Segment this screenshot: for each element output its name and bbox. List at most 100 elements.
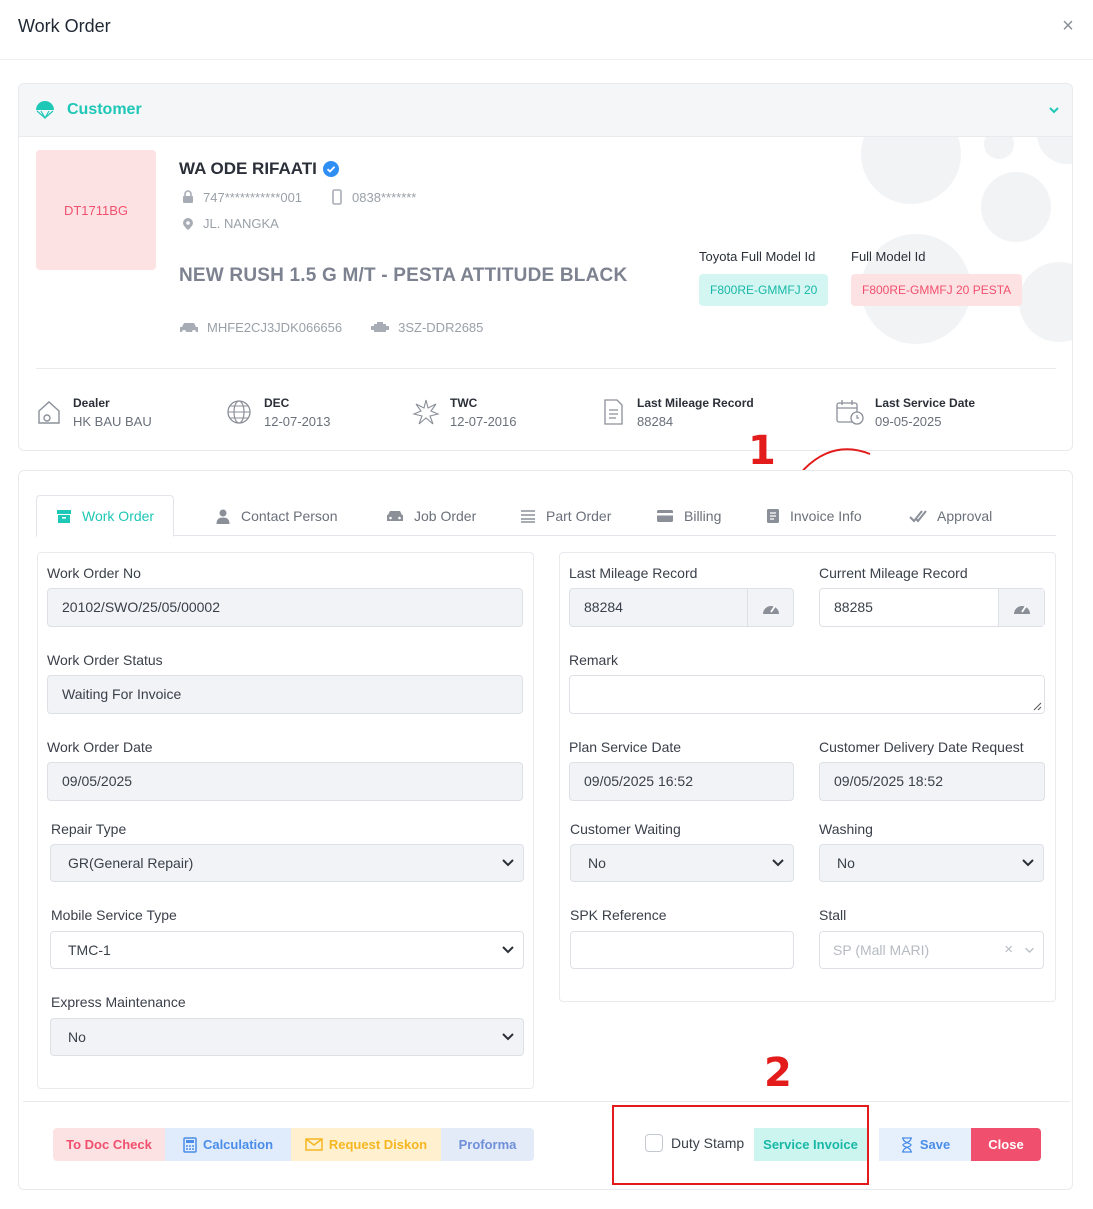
stat-value: 12-07-2013 <box>264 414 331 429</box>
remark-textarea[interactable] <box>569 675 1045 714</box>
customer-name: WA ODE RIFAATI <box>179 159 339 179</box>
close-button[interactable]: Close <box>971 1128 1041 1161</box>
stat-label: DEC <box>264 396 290 410</box>
customer-phone: 0838******* <box>352 189 417 205</box>
tab-label: Work Order <box>82 508 155 524</box>
stat-value: 88284 <box>637 414 674 429</box>
save-button[interactable]: Save <box>879 1128 971 1161</box>
divider <box>36 368 1056 369</box>
customer-header-title: Customer <box>67 101 142 118</box>
work-order-no-label: Work Order No <box>47 565 141 581</box>
to-doc-check-button[interactable]: To Doc Check <box>53 1128 165 1161</box>
stall-select[interactable]: SP (Mall MARI) × <box>819 931 1044 969</box>
save-label: Save <box>919 1137 951 1152</box>
chevron-down-icon <box>772 859 784 867</box>
delivery-date-request-label: Customer Delivery Date Request <box>819 739 1024 755</box>
work-order-date-field[interactable]: 09/05/2025 <box>47 762 523 801</box>
vehicle-engine: 3SZ-DDR2685 <box>398 320 484 335</box>
last-mileage-field[interactable]: 88284 <box>569 588 794 627</box>
washing-value: No <box>837 855 855 871</box>
tab-bar: Work Order Contact Person Job Order Part… <box>36 495 1056 537</box>
stat-last-service: Last Service Date 09-05-2025 <box>835 396 975 429</box>
chevron-down-icon <box>502 859 514 867</box>
parachute-icon <box>36 101 54 120</box>
modal-title: Work Order <box>18 16 111 36</box>
user-icon <box>216 509 230 524</box>
envelope-icon <box>305 1138 323 1151</box>
customer-name-text: WA ODE RIFAATI <box>179 159 317 178</box>
chevron-down-icon[interactable] <box>1024 945 1035 956</box>
delivery-date-request-field[interactable]: 09/05/2025 18:52 <box>819 762 1045 801</box>
plan-service-date-label: Plan Service Date <box>569 739 682 755</box>
stat-label: Last Mileage Record <box>637 396 754 410</box>
close-icon[interactable]: × <box>1058 16 1078 36</box>
proforma-button[interactable]: Proforma <box>441 1128 534 1161</box>
stat-value: 12-07-2016 <box>450 414 517 429</box>
customer-id-row: 747***********001 0838******* <box>181 189 416 205</box>
chevron-down-icon[interactable] <box>1046 102 1062 118</box>
stat-value: 09-05-2025 <box>875 414 942 429</box>
stat-dec: DEC 12-07-2013 <box>226 396 331 429</box>
tab-invoice-info[interactable]: Invoice Info <box>766 495 862 536</box>
customer-header[interactable]: Customer <box>19 84 1072 137</box>
tab-job-order[interactable]: Job Order <box>386 495 476 536</box>
calculation-button[interactable]: Calculation <box>165 1128 291 1161</box>
stat-label: Dealer <box>73 396 110 410</box>
express-maintenance-value: No <box>68 1029 86 1045</box>
request-diskon-button[interactable]: Request Diskon <box>291 1128 441 1161</box>
tab-approval[interactable]: Approval <box>909 495 992 536</box>
resize-handle-icon[interactable] <box>1032 701 1042 711</box>
express-maintenance-select[interactable]: No <box>50 1018 524 1056</box>
tab-work-order[interactable]: Work Order <box>36 495 175 537</box>
mobile-service-type-select[interactable]: TMC-1 <box>50 931 524 969</box>
last-mileage-value: 88284 <box>584 599 623 615</box>
work-order-status-field[interactable]: Waiting For Invoice <box>47 675 523 714</box>
calendar-clock-icon <box>836 400 864 425</box>
plate-number: DT1711BG <box>36 150 156 270</box>
double-check-icon <box>909 509 927 522</box>
stat-dealer: Dealer HK BAU BAU <box>35 396 152 429</box>
work-order-no-field[interactable]: 20102/SWO/25/05/00002 <box>47 588 523 627</box>
repair-type-label: Repair Type <box>51 821 127 837</box>
tab-part-order[interactable]: Part Order <box>520 495 611 536</box>
repair-type-select[interactable]: GR(General Repair) <box>50 844 524 882</box>
current-mileage-field[interactable]: 88285 <box>819 588 1045 627</box>
home-icon <box>38 401 60 424</box>
full-model-label: Full Model Id <box>851 249 926 264</box>
customer-card: Customer DT1711BG WA ODE RIFAATI 747****… <box>18 83 1073 451</box>
spk-reference-input[interactable] <box>570 931 794 969</box>
tab-contact-person[interactable]: Contact Person <box>215 495 338 536</box>
washing-select[interactable]: No <box>819 844 1044 882</box>
toyota-full-model-badge: F800RE-GMMFJ 20 <box>699 274 829 306</box>
phone-icon <box>332 189 342 205</box>
tab-label: Job Order <box>414 507 477 524</box>
burst-icon <box>412 399 440 425</box>
customer-waiting-value: No <box>588 855 606 871</box>
vehicle-vin: MHFE2CJ3JDK066656 <box>207 320 343 335</box>
plan-service-date-field[interactable]: 09/05/2025 16:52 <box>569 762 794 801</box>
customer-waiting-select[interactable]: No <box>570 844 794 882</box>
car-icon <box>387 510 403 521</box>
stat-label: Last Service Date <box>875 396 976 410</box>
work-order-status-label: Work Order Status <box>47 652 163 668</box>
customer-address-row: JL. NANGKA <box>181 216 279 231</box>
decor-bubble <box>981 172 1051 242</box>
repair-type-value: GR(General Repair) <box>68 855 194 871</box>
tab-billing[interactable]: Billing <box>656 495 721 536</box>
list-icon <box>521 509 535 523</box>
vehicle-model: NEW RUSH 1.5 G M/T - PESTA ATTITUDE BLAC… <box>179 265 628 286</box>
vehicle-ids-row: MHFE2CJ3JDK066656 3SZ-DDR2685 <box>179 320 483 335</box>
last-mileage-label: Last Mileage Record <box>569 565 698 581</box>
annotation-number-2: 2 <box>764 1050 792 1096</box>
stat-value: HK BAU BAU <box>73 414 152 429</box>
speedometer-icon <box>747 589 793 626</box>
mobile-service-type-label: Mobile Service Type <box>51 907 177 923</box>
clear-icon[interactable]: × <box>1004 932 1013 968</box>
location-pin-icon <box>183 217 193 230</box>
calculation-label: Calculation <box>202 1137 274 1152</box>
footer-divider <box>23 1101 1070 1102</box>
current-mileage-label: Current Mileage Record <box>819 565 968 581</box>
mobile-service-type-value: TMC-1 <box>68 942 111 958</box>
remark-label: Remark <box>569 652 619 668</box>
full-model-badge: F800RE-GMMFJ 20 PESTA <box>851 274 1023 306</box>
